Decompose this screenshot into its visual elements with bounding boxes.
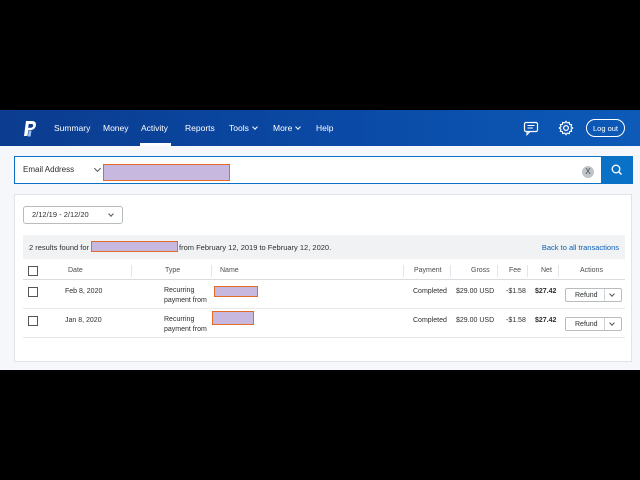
- screen: Summary Money Activity Reports Tools Mor…: [0, 0, 640, 480]
- column-header-payment[interactable]: Payment: [414, 267, 442, 274]
- refund-label: Refund: [575, 321, 598, 328]
- table-header: Date Type Name Payment Gross Fee Net Act…: [23, 263, 625, 280]
- search-input[interactable]: [103, 164, 230, 181]
- search-icon: [611, 164, 622, 175]
- date-range-value: 2/12/19 - 2/12/20: [32, 210, 89, 219]
- row-gross: $29.00 USD: [456, 317, 495, 324]
- column-divider: [558, 265, 559, 277]
- row-date: Feb 8, 2020: [65, 288, 103, 295]
- refund-button[interactable]: Refund: [565, 317, 622, 331]
- results-summary-bar: 2 results found for from February 12, 20…: [23, 235, 625, 259]
- column-divider: [131, 265, 132, 277]
- redacted-name[interactable]: [214, 286, 258, 297]
- row-type-line1: Recurring: [164, 316, 195, 323]
- row-date: Jan 8, 2020: [65, 317, 102, 324]
- top-nav: Summary Money Activity Reports Tools Mor…: [0, 110, 640, 146]
- nav-label: Activity: [141, 123, 168, 133]
- column-header-net[interactable]: Net: [541, 267, 552, 274]
- button-divider: [604, 318, 605, 330]
- search-field-select[interactable]: Email Address: [23, 165, 74, 174]
- refund-label: Refund: [575, 292, 598, 299]
- results-panel: 2/12/19 - 2/12/20 2 results found for fr…: [14, 194, 632, 362]
- paypal-logo[interactable]: [22, 120, 38, 138]
- nav-label: Help: [316, 123, 334, 133]
- row-type-line2: payment from: [164, 297, 207, 304]
- row-payment-status: Completed: [413, 288, 447, 295]
- row-net: $27.42: [535, 288, 557, 295]
- gear-icon[interactable]: [558, 120, 574, 136]
- refund-button[interactable]: Refund: [565, 288, 622, 302]
- message-center-icon[interactable]: [523, 120, 539, 136]
- column-header-name[interactable]: Name: [220, 267, 239, 274]
- row-checkbox[interactable]: [28, 287, 38, 297]
- column-header-date[interactable]: Date: [68, 267, 83, 274]
- column-header-actions: Actions: [580, 267, 603, 274]
- nav-label: Tools: [229, 123, 249, 133]
- chevron-down-icon: [93, 164, 102, 173]
- nav-item-more[interactable]: More: [273, 122, 302, 136]
- clear-search-button[interactable]: X: [582, 166, 594, 178]
- row-type-line2: payment from: [164, 326, 207, 333]
- row-payment-status: Completed: [413, 317, 447, 324]
- row-gross: $29.00 USD: [456, 288, 495, 295]
- nav-label: Summary: [54, 123, 91, 133]
- row-fee: -$1.58: [506, 288, 526, 295]
- date-range-filter[interactable]: 2/12/19 - 2/12/20: [23, 206, 123, 224]
- nav-label: Reports: [185, 123, 215, 133]
- nav-label: Money: [103, 123, 129, 133]
- redacted-name[interactable]: [212, 311, 254, 325]
- transactions-table: Date Type Name Payment Gross Fee Net Act…: [23, 263, 625, 338]
- logout-button[interactable]: Log out: [586, 119, 625, 137]
- table-row[interactable]: Feb 8, 2020 Recurring payment from Compl…: [23, 280, 625, 309]
- nav-item-tools[interactable]: Tools: [229, 122, 258, 136]
- redacted-email: [91, 241, 178, 252]
- search-bar: Email Address X: [14, 156, 633, 184]
- nav-item-reports[interactable]: Reports: [185, 122, 215, 136]
- column-header-fee[interactable]: Fee: [509, 267, 521, 274]
- button-divider: [604, 289, 605, 301]
- chevron-down-icon[interactable]: [609, 320, 615, 326]
- chevron-down-icon: [295, 124, 302, 130]
- row-net: $27.42: [535, 317, 557, 324]
- chevron-down-icon[interactable]: [609, 291, 615, 297]
- nav-item-activity[interactable]: Activity: [141, 122, 168, 136]
- select-all-checkbox[interactable]: [28, 266, 38, 276]
- results-date-range-text: from February 12, 2019 to February 12, 2…: [179, 243, 332, 252]
- active-tab-indicator: [140, 143, 171, 146]
- row-checkbox[interactable]: [28, 316, 38, 326]
- search-button[interactable]: [601, 156, 633, 184]
- nav-label: More: [273, 123, 293, 133]
- back-to-all-transactions-link[interactable]: Back to all transactions: [542, 243, 619, 252]
- row-type: Recurring payment from: [164, 286, 207, 306]
- column-divider: [211, 265, 212, 277]
- row-fee: -$1.58: [506, 317, 526, 324]
- column-header-type[interactable]: Type: [165, 267, 180, 274]
- chevron-down-icon: [252, 124, 258, 130]
- chevron-down-icon: [108, 211, 114, 217]
- column-divider: [497, 265, 498, 277]
- nav-item-money[interactable]: Money: [103, 122, 129, 136]
- paypal-app: Summary Money Activity Reports Tools Mor…: [0, 110, 640, 370]
- column-divider: [403, 265, 404, 277]
- nav-item-summary[interactable]: Summary: [54, 122, 90, 136]
- column-divider: [527, 265, 528, 277]
- row-type: Recurring payment from: [164, 315, 207, 335]
- table-row[interactable]: Jan 8, 2020 Recurring payment from Compl…: [23, 309, 625, 338]
- nav-item-help[interactable]: Help: [316, 122, 333, 136]
- column-divider: [450, 265, 451, 277]
- row-type-line1: Recurring: [164, 287, 195, 294]
- results-count-text: 2 results found for: [29, 243, 90, 252]
- column-header-gross[interactable]: Gross: [471, 267, 490, 274]
